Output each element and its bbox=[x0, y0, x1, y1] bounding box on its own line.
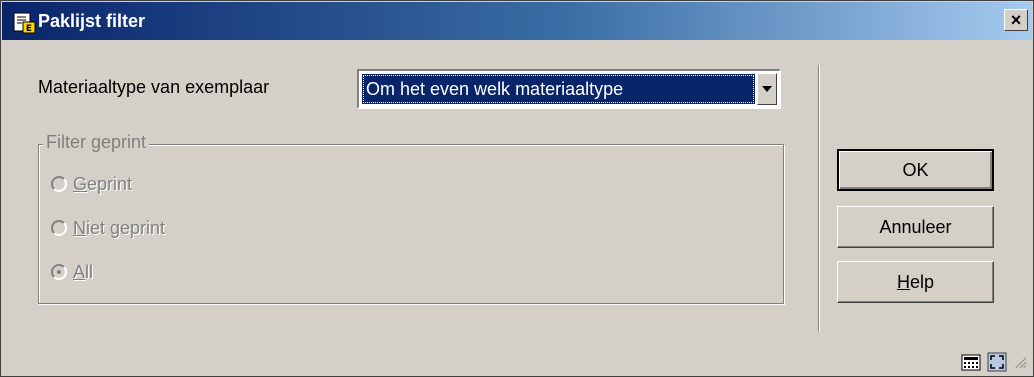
radio-all-label: All bbox=[73, 261, 94, 282]
svg-text:E: E bbox=[26, 24, 32, 34]
calculator-icon[interactable] bbox=[961, 352, 981, 372]
report-filter-icon: E bbox=[13, 12, 36, 34]
material-type-label: Materiaaltype van exemplaar bbox=[38, 77, 270, 97]
status-bar-icons bbox=[961, 352, 1027, 372]
title-bar[interactable]: E Paklijst filter × bbox=[2, 2, 1032, 40]
radio-printed-circle[interactable] bbox=[51, 176, 67, 192]
help-button[interactable]: Help bbox=[837, 261, 994, 303]
radio-all[interactable]: All bbox=[51, 260, 93, 284]
close-button[interactable]: × bbox=[1004, 9, 1028, 31]
cancel-button[interactable]: Annuleer bbox=[837, 206, 994, 248]
chevron-down-icon bbox=[762, 86, 772, 92]
ok-button[interactable]: OK bbox=[837, 149, 994, 191]
radio-printed[interactable]: Geprint bbox=[51, 172, 132, 196]
radio-not-printed[interactable]: Niet geprint bbox=[51, 216, 165, 240]
paklijst-filter-dialog: E Paklijst filter × Materiaaltype van ex… bbox=[0, 0, 1034, 377]
resize-grip-icon[interactable] bbox=[1013, 355, 1027, 369]
radio-printed-label: Geprint bbox=[73, 173, 133, 194]
radio-all-circle[interactable] bbox=[51, 264, 67, 280]
material-type-select[interactable]: Om het even welk materiaaltype bbox=[357, 69, 781, 109]
window-title: Paklijst filter bbox=[38, 11, 146, 31]
radio-not-printed-label: Niet geprint bbox=[73, 217, 166, 238]
dropdown-button[interactable] bbox=[757, 73, 777, 105]
filter-printed-legend: Filter geprint bbox=[43, 132, 150, 153]
radio-not-printed-circle[interactable] bbox=[51, 220, 67, 236]
material-type-selected-value[interactable]: Om het even welk materiaaltype bbox=[362, 74, 755, 104]
expand-icon[interactable] bbox=[987, 352, 1007, 372]
close-icon: × bbox=[1010, 10, 1022, 30]
vertical-separator bbox=[818, 65, 820, 331]
